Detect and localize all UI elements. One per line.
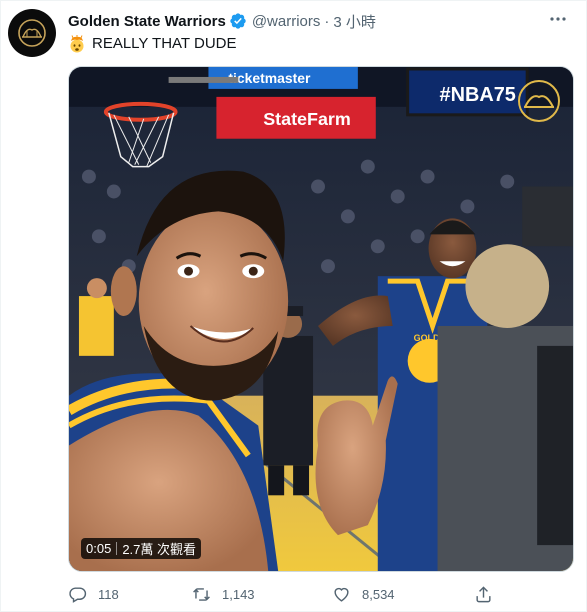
retweet-button[interactable]: 1,143 <box>192 585 255 604</box>
warriors-watermark-icon <box>518 80 560 122</box>
tweet-timestamp[interactable]: 3 小時 <box>333 11 376 32</box>
retweet-count: 1,143 <box>222 586 255 602</box>
like-icon <box>334 587 349 602</box>
warriors-logo-icon <box>18 19 46 47</box>
separator-dot: · <box>324 12 330 30</box>
video-views: 2.7萬 次觀看 <box>122 542 196 557</box>
nba75-sign: #NBA75 <box>440 84 516 106</box>
video-duration: 0:05 <box>86 541 112 556</box>
reply-button[interactable]: 118 <box>68 585 119 604</box>
reply-icon <box>69 586 87 603</box>
more-options-button[interactable] <box>548 9 568 29</box>
badge-divider <box>116 542 118 555</box>
retweet-icon <box>193 587 210 601</box>
reply-count: 118 <box>98 586 119 602</box>
share-button[interactable] <box>474 585 504 604</box>
author-handle[interactable]: @warriors <box>252 13 321 30</box>
author-display-name[interactable]: Golden State Warriors <box>68 13 226 30</box>
tweet-text-body: REALLY THAT DUDE <box>92 35 237 52</box>
tweet-card[interactable]: Golden State Warriors @warriors · 3 小時 R… <box>0 0 587 612</box>
video-frame: ticketmaster StateFarm #NBA75 GOLDEN <box>69 67 573 571</box>
verified-badge-icon <box>230 13 246 29</box>
like-count: 8,534 <box>362 586 395 602</box>
tweet-text: REALLY THAT DUDE <box>68 34 237 54</box>
author-avatar[interactable] <box>8 9 56 57</box>
ticketmaster-sign: ticketmaster <box>228 70 311 86</box>
exploding-head-icon <box>70 35 84 53</box>
tweet-actions: 118 1,143 8,534 <box>68 583 574 605</box>
like-button[interactable]: 8,534 <box>332 585 395 604</box>
share-icon <box>476 585 491 602</box>
statefarm-sign: StateFarm <box>263 109 351 129</box>
tweet-header: Golden State Warriors @warriors · 3 小時 <box>68 11 376 31</box>
video-info-badge: 0:05 2.7萬 次觀看 <box>81 538 201 559</box>
video-player[interactable]: ticketmaster StateFarm #NBA75 GOLDEN 0:0… <box>68 66 574 572</box>
more-dots-icon <box>550 17 566 21</box>
